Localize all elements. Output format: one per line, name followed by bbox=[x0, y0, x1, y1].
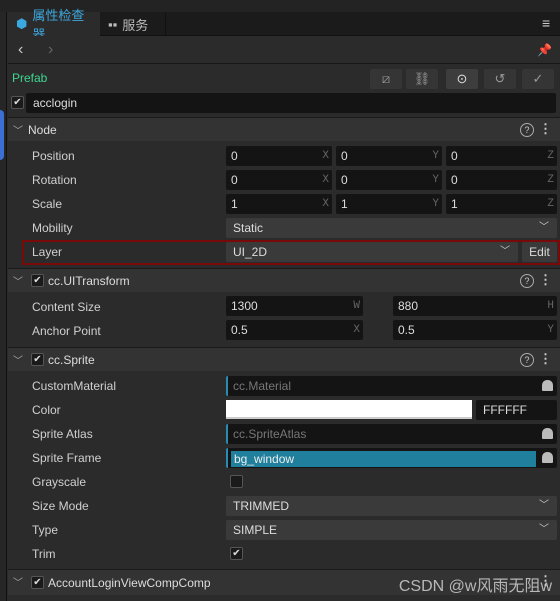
uitransform-section-header[interactable]: ﹀ ✔ cc.UITransform ? ⋮ bbox=[8, 268, 560, 292]
help-icon[interactable]: ? bbox=[520, 353, 534, 367]
node-active-checkbox[interactable]: ✔ bbox=[11, 96, 24, 109]
grayscale-label: Grayscale bbox=[32, 475, 87, 489]
forward-icon[interactable]: › bbox=[48, 41, 53, 59]
sprite-atlas-label: Sprite Atlas bbox=[32, 427, 93, 441]
more-icon[interactable]: ⋮ bbox=[539, 121, 552, 137]
nav-bar: ‹ › 📌 bbox=[8, 36, 560, 64]
inspector-icon: ⬢ bbox=[16, 16, 28, 31]
asset-picker-icon[interactable] bbox=[542, 428, 553, 439]
prefab-label: Prefab bbox=[12, 71, 48, 85]
back-icon[interactable]: ‹ bbox=[18, 41, 23, 59]
watermark: CSDN @w风雨无阻w bbox=[398, 578, 552, 595]
more-icon[interactable]: ⋮ bbox=[539, 272, 552, 288]
color-label: Color bbox=[32, 403, 61, 417]
sprite-frame-field[interactable]: bg_window bbox=[226, 448, 557, 468]
revert-icon: ↺ bbox=[494, 71, 506, 86]
tab-bar: ⬢ 属性检查器 ▪▪ 服务 bbox=[8, 8, 560, 42]
apply-icon: ✓ bbox=[532, 71, 544, 86]
mobility-select[interactable]: Static ﹀ bbox=[226, 218, 557, 238]
position-x-input[interactable]: 0X bbox=[226, 146, 332, 166]
position-label: Position bbox=[32, 149, 75, 163]
help-icon[interactable]: ? bbox=[520, 274, 534, 288]
layer-select[interactable]: UI_2D ﹀ bbox=[226, 242, 518, 262]
chevron-down-icon[interactable]: ﹀ bbox=[13, 574, 23, 589]
rotation-y-input[interactable]: 0Y bbox=[336, 170, 442, 190]
locate-icon: ⊙ bbox=[456, 71, 468, 86]
sprite-section-header[interactable]: ﹀ ✔ cc.Sprite ? ⋮ bbox=[8, 347, 560, 371]
prefab-locate-button[interactable]: ⊙ bbox=[446, 69, 478, 89]
tab-inspector[interactable]: ⬢ 属性检查器 bbox=[8, 8, 100, 42]
chevron-down-icon[interactable]: ﹀ bbox=[13, 352, 23, 367]
anchor-x-input[interactable]: 0.5 X bbox=[226, 320, 363, 340]
rotation-z-input[interactable]: 0Z bbox=[446, 170, 557, 190]
uitransform-enabled-checkbox[interactable]: ✔ bbox=[31, 274, 44, 287]
tab-services[interactable]: ▪▪ 服务 bbox=[100, 12, 166, 36]
trim-checkbox[interactable]: ✔ bbox=[230, 547, 243, 560]
services-icon: ▪▪ bbox=[108, 16, 118, 32]
edit-icon: ⧄ bbox=[381, 71, 391, 86]
anchor-y-input[interactable]: 0.5 Y bbox=[393, 320, 557, 340]
chevron-down-icon: ﹀ bbox=[500, 246, 510, 257]
scene-object bbox=[0, 110, 4, 160]
trim-label: Trim bbox=[32, 547, 56, 561]
content-size-label: Content Size bbox=[32, 300, 101, 314]
asset-picker-icon[interactable] bbox=[542, 380, 553, 391]
chevron-down-icon: ﹀ bbox=[539, 222, 549, 233]
layer-edit-button[interactable]: Edit bbox=[522, 242, 557, 262]
mobility-label: Mobility bbox=[32, 221, 73, 235]
size-mode-select[interactable]: TRIMMED ﹀ bbox=[226, 496, 557, 516]
sprite-atlas-field[interactable]: cc.SpriteAtlas bbox=[226, 424, 557, 444]
chevron-down-icon[interactable]: ﹀ bbox=[13, 273, 23, 288]
type-label: Type bbox=[32, 523, 59, 537]
chevron-down-icon: ﹀ bbox=[539, 500, 549, 511]
rotation-label: Rotation bbox=[32, 173, 77, 187]
content-height-input[interactable]: 880 H bbox=[393, 296, 557, 316]
node-name-input[interactable] bbox=[26, 93, 556, 113]
type-select[interactable]: SIMPLE ﹀ bbox=[226, 520, 557, 540]
layer-label: Layer bbox=[32, 245, 63, 259]
anchor-point-label: Anchor Point bbox=[32, 324, 101, 338]
node-section-header[interactable]: ﹀ Node ? ⋮ bbox=[8, 117, 560, 141]
color-hex-input[interactable]: FFFFFF bbox=[476, 400, 557, 420]
scene-edge bbox=[0, 12, 7, 601]
content-width-input[interactable]: 1300 W bbox=[226, 296, 363, 316]
custom-material-label: CustomMaterial bbox=[32, 379, 117, 393]
chevron-down-icon[interactable]: ﹀ bbox=[13, 122, 23, 137]
unlink-icon: ⛓ bbox=[413, 71, 431, 86]
position-y-input[interactable]: 0Y bbox=[336, 146, 442, 166]
sprite-frame-label: Sprite Frame bbox=[32, 451, 102, 465]
custom-material-field[interactable]: cc.Material bbox=[226, 376, 557, 396]
prefab-unlink-button[interactable]: ⛓ bbox=[406, 69, 438, 89]
pin-icon[interactable]: 📌 bbox=[537, 43, 552, 57]
more-icon[interactable]: ⋮ bbox=[539, 351, 552, 367]
prefab-apply-button[interactable]: ✓ bbox=[522, 69, 554, 89]
chevron-down-icon: ﹀ bbox=[539, 524, 549, 535]
prefab-edit-button[interactable]: ⧄ bbox=[370, 69, 402, 89]
size-mode-label: Size Mode bbox=[32, 499, 89, 513]
scale-x-input[interactable]: 1X bbox=[226, 194, 332, 214]
scale-z-input[interactable]: 1Z bbox=[446, 194, 557, 214]
help-icon[interactable]: ? bbox=[520, 123, 534, 137]
prefab-revert-button[interactable]: ↺ bbox=[484, 69, 516, 89]
sprite-enabled-checkbox[interactable]: ✔ bbox=[31, 353, 44, 366]
menu-icon[interactable]: ≡ bbox=[542, 16, 554, 30]
grayscale-checkbox[interactable] bbox=[230, 475, 243, 488]
rotation-x-input[interactable]: 0X bbox=[226, 170, 332, 190]
color-swatch[interactable] bbox=[226, 400, 472, 419]
asset-picker-icon[interactable] bbox=[542, 452, 553, 463]
scale-label: Scale bbox=[32, 197, 63, 211]
position-z-input[interactable]: 0Z bbox=[446, 146, 557, 166]
scale-y-input[interactable]: 1Y bbox=[336, 194, 442, 214]
component-enabled-checkbox[interactable]: ✔ bbox=[31, 576, 44, 589]
